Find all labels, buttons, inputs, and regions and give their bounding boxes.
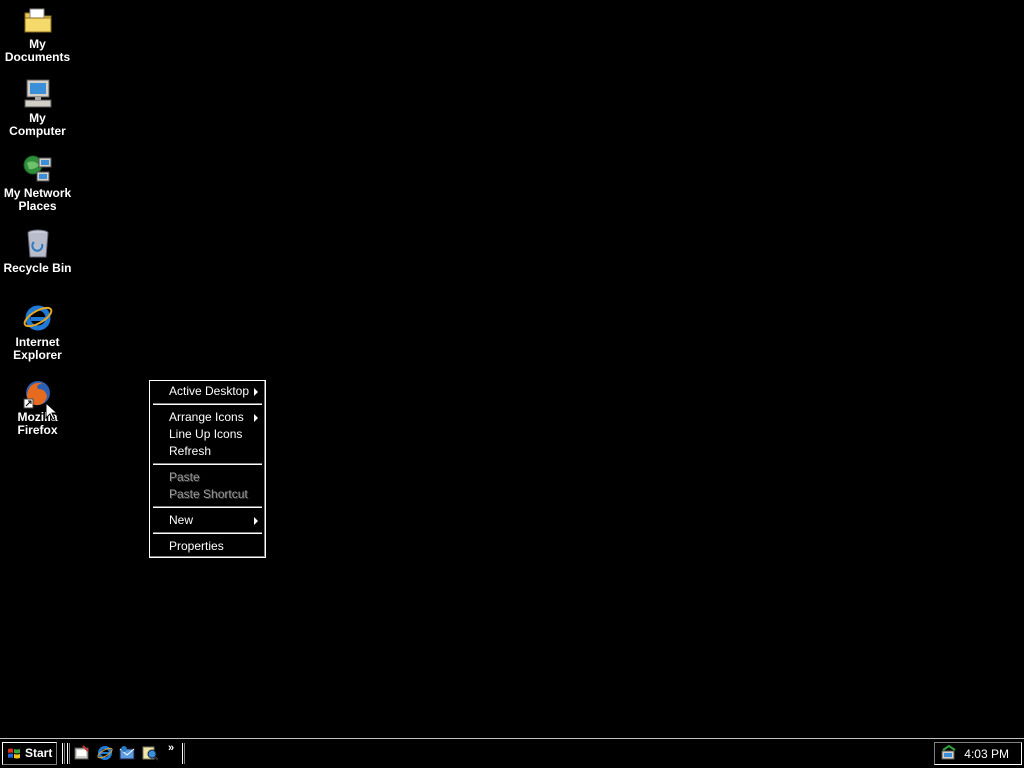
windows-logo-icon	[8, 748, 20, 759]
menu-item-label: Properties	[169, 539, 224, 553]
internet-explorer-icon	[22, 302, 54, 334]
computer-icon	[22, 78, 54, 110]
desktop-icon-my-documents[interactable]: My Documents	[0, 4, 75, 64]
start-button[interactable]: Start	[2, 742, 57, 765]
taskbar: Start » 4:03 PM	[0, 738, 1024, 768]
desktop-icon-label: My Computer	[9, 111, 66, 138]
desktop-icon-internet-explorer[interactable]: Internet Explorer	[0, 302, 75, 362]
menu-item-paste-shortcut: Paste Shortcut	[151, 486, 264, 503]
show-desktop-icon[interactable]	[74, 745, 90, 761]
menu-item-label: Refresh	[169, 444, 212, 458]
toolbar-grip[interactable]	[182, 743, 185, 764]
toolbar-grip[interactable]	[67, 743, 70, 764]
menu-item-new[interactable]: New	[151, 512, 264, 529]
menu-item-label: Paste Shortcut	[169, 487, 248, 501]
menu-item-line-up-icons[interactable]: Line Up Icons	[151, 426, 264, 443]
network-connection-icon[interactable]	[940, 745, 958, 761]
start-button-label: Start	[25, 746, 53, 760]
desktop-icon-my-computer[interactable]: My Computer	[0, 78, 75, 138]
desktop-icon-label: Mozilla Firefox	[17, 410, 58, 437]
menu-separator	[153, 403, 262, 405]
desktop-icon-my-network-places[interactable]: My Network Places	[0, 153, 75, 213]
menu-item-label: Active Desktop	[169, 384, 250, 398]
menu-item-label: New	[169, 513, 194, 527]
desktop-icon-label: My Network Places	[3, 186, 72, 213]
menu-item-arrange-icons[interactable]: Arrange Icons	[151, 409, 264, 426]
folder-documents-icon	[22, 4, 54, 36]
desktop-icon-label: My Documents	[4, 37, 71, 64]
menu-item-properties[interactable]: Properties	[151, 538, 264, 555]
toolbar-grip[interactable]	[62, 743, 65, 764]
desktop-icon-recycle-bin[interactable]: Recycle Bin	[0, 228, 75, 275]
network-places-icon	[22, 153, 54, 185]
menu-separator	[153, 532, 262, 534]
submenu-arrow-icon	[254, 388, 258, 396]
internet-explorer-icon[interactable]	[97, 745, 113, 761]
desktop-context-menu: Active Desktop Arrange Icons Line Up Ico…	[149, 380, 266, 558]
mouse-cursor-icon	[45, 402, 57, 421]
menu-separator	[153, 506, 262, 508]
system-tray: 4:03 PM	[934, 742, 1022, 765]
menu-item-label: Arrange Icons	[169, 410, 244, 424]
outlook-express-icon[interactable]	[119, 745, 135, 761]
menu-item-paste: Paste	[151, 469, 264, 486]
submenu-arrow-icon	[254, 517, 258, 525]
clock[interactable]: 4:03 PM	[964, 747, 1009, 761]
desktop-icon-mozilla-firefox[interactable]: Mozilla Firefox	[0, 377, 75, 437]
menu-item-active-desktop[interactable]: Active Desktop	[151, 383, 264, 400]
windows-media-icon[interactable]	[142, 745, 158, 761]
menu-item-label: Line Up Icons	[169, 427, 243, 441]
submenu-arrow-icon	[254, 414, 258, 422]
menu-item-refresh[interactable]: Refresh	[151, 443, 264, 460]
menu-item-label: Paste	[169, 470, 200, 484]
quick-launch-more-button[interactable]: »	[168, 742, 174, 754]
menu-separator	[153, 463, 262, 465]
desktop-icon-label: Internet Explorer	[13, 335, 62, 362]
desktop-icon-label: Recycle Bin	[3, 261, 72, 275]
recycle-bin-icon	[22, 228, 54, 260]
